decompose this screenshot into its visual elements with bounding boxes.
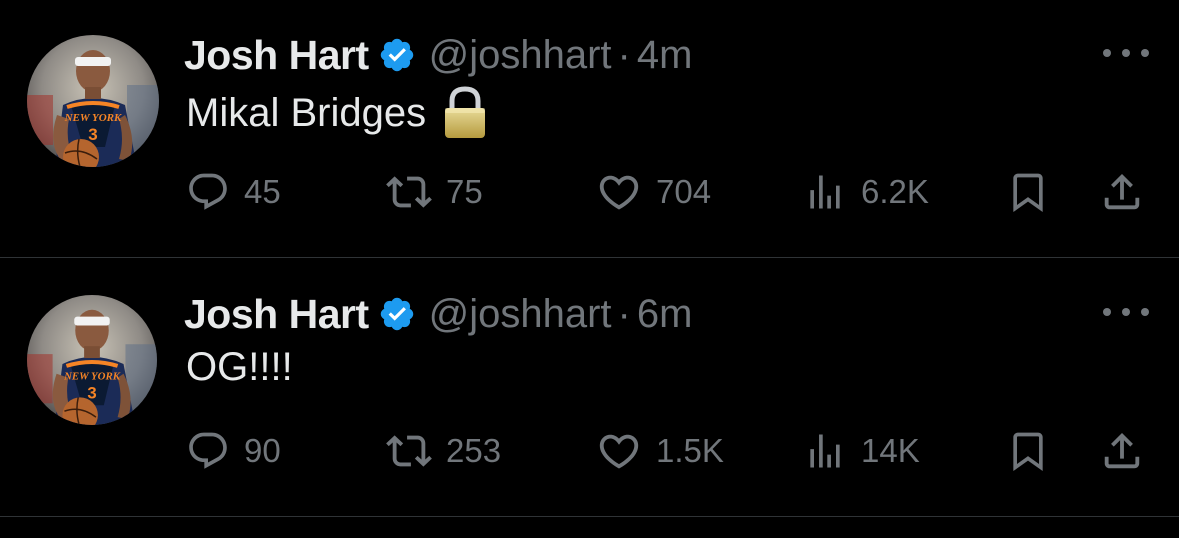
views-icon — [810, 175, 840, 209]
separator-dot: · — [617, 291, 631, 336]
jersey-team-text: NEW YORK — [64, 112, 122, 124]
timestamp[interactable]: 6m — [637, 292, 693, 337]
repost-button[interactable]: 253 — [386, 424, 501, 478]
views-count: 6.2K — [861, 173, 929, 210]
tweet[interactable]: NEW YORK 3 Josh Hart @joshhart · 6m OG!!… — [0, 259, 1179, 517]
author-name[interactable]: Josh Hart — [184, 32, 369, 79]
jersey-team-text: NEW YORK — [63, 371, 121, 383]
views-button[interactable]: 14K — [803, 424, 920, 478]
views-count: 14K — [861, 432, 920, 469]
avatar[interactable]: NEW YORK 3 — [27, 295, 157, 425]
like-button[interactable]: 704 — [596, 165, 711, 219]
bookmark-button[interactable] — [1006, 424, 1050, 478]
share-icon — [1104, 432, 1140, 469]
tweet-actions: 45 75 704 6.2K — [0, 165, 1179, 219]
like-count: 1.5K — [656, 432, 724, 469]
verified-badge-icon[interactable] — [378, 295, 416, 333]
tweet[interactable]: NEW YORK 3 Josh Hart @joshhart · 4m Mika… — [0, 0, 1179, 258]
repost-icon — [386, 176, 432, 208]
tweet-actions: 90 253 1.5K 14K — [0, 424, 1179, 478]
share-button[interactable] — [1099, 165, 1145, 219]
like-icon — [599, 434, 639, 469]
tweet-text: OG!!!! — [186, 345, 293, 390]
tweet-text-content: OG!!!! — [186, 345, 293, 389]
share-button[interactable] — [1099, 424, 1145, 478]
like-button[interactable]: 1.5K — [596, 424, 724, 478]
avatar[interactable]: NEW YORK 3 — [27, 35, 159, 167]
views-button[interactable]: 6.2K — [803, 165, 929, 219]
share-icon — [1104, 173, 1140, 210]
more-icon[interactable] — [1103, 40, 1149, 66]
timeline: NEW YORK 3 Josh Hart @joshhart · 4m Mika… — [0, 0, 1179, 538]
reply-icon — [189, 173, 227, 210]
like-icon — [599, 175, 639, 210]
jersey-number: 3 — [88, 125, 97, 144]
tweet-header: Josh Hart @joshhart · 6m — [184, 286, 692, 342]
tweet-header: Josh Hart @joshhart · 4m — [184, 27, 692, 83]
verified-badge-icon[interactable] — [378, 36, 416, 74]
author-handle[interactable]: @joshhart — [429, 33, 612, 78]
reply-button[interactable]: 45 — [186, 165, 281, 219]
tweet-text: Mikal Bridges — [186, 86, 488, 140]
repost-count: 253 — [446, 432, 502, 469]
reply-button[interactable]: 90 — [186, 424, 281, 478]
reply-count: 45 — [244, 173, 281, 210]
bookmark-icon — [1013, 173, 1043, 213]
author-handle[interactable]: @joshhart — [429, 292, 612, 337]
repost-icon — [386, 435, 432, 467]
timestamp[interactable]: 4m — [637, 33, 693, 78]
views-icon — [810, 434, 840, 468]
lock-emoji-icon — [442, 86, 488, 140]
bookmark-icon — [1013, 432, 1043, 472]
bookmark-button[interactable] — [1006, 165, 1050, 219]
reply-icon — [189, 432, 227, 469]
reply-count: 90 — [244, 432, 281, 469]
jersey-number: 3 — [87, 383, 96, 402]
repost-count: 75 — [446, 173, 483, 210]
author-name[interactable]: Josh Hart — [184, 291, 369, 338]
more-icon[interactable] — [1103, 299, 1149, 325]
tweet-text-content: Mikal Bridges — [186, 90, 427, 135]
separator-dot: · — [617, 32, 631, 77]
repost-button[interactable]: 75 — [386, 165, 483, 219]
like-count: 704 — [656, 173, 712, 210]
